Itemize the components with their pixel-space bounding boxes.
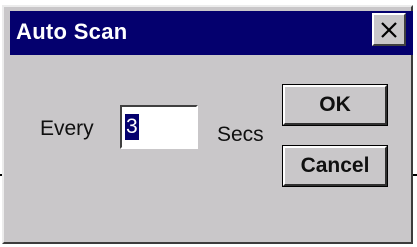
auto-scan-dialog: Auto Scan Every 3 Secs OK Cancel xyxy=(2,5,413,244)
interval-value: 3 xyxy=(125,114,139,140)
close-button[interactable] xyxy=(372,13,406,46)
close-icon xyxy=(381,22,397,38)
unit-label: Secs xyxy=(217,123,264,146)
dialog-title: Auto Scan xyxy=(16,19,128,44)
title-bar[interactable]: Auto Scan xyxy=(10,11,413,55)
interval-input[interactable]: 3 xyxy=(120,105,198,149)
interval-label: Every xyxy=(40,117,94,140)
cancel-button[interactable]: Cancel xyxy=(282,145,388,187)
ok-button[interactable]: OK xyxy=(282,84,388,126)
